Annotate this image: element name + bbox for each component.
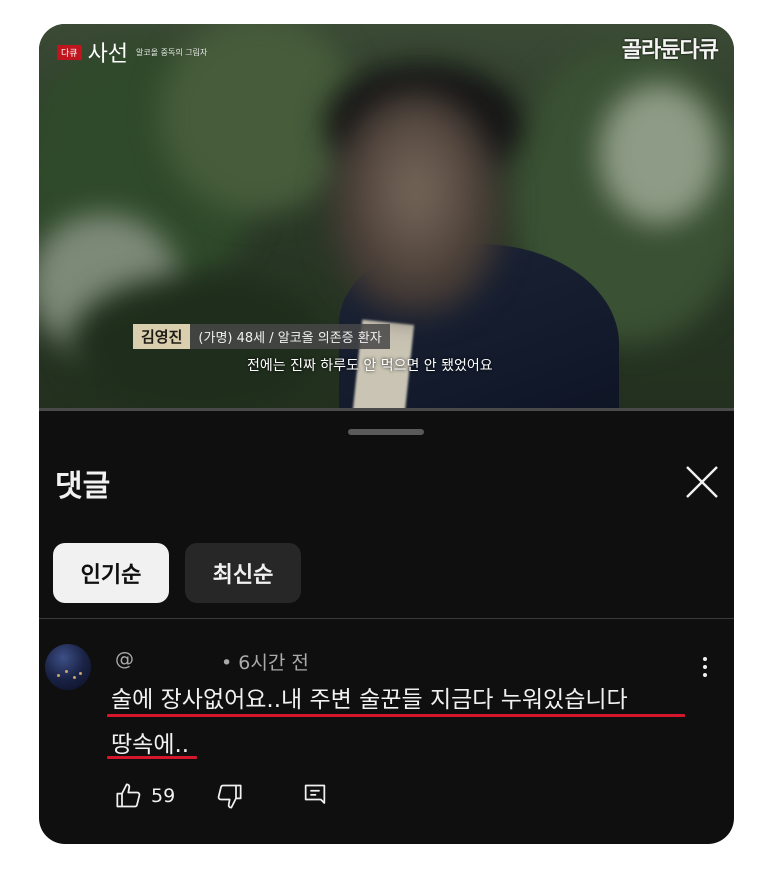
thumbs-down-icon: [217, 784, 242, 809]
like-count: 59: [151, 785, 176, 807]
close-button[interactable]: [684, 464, 720, 500]
brand-logo: 골라듄다큐: [621, 38, 719, 63]
channel-name: 사선: [87, 42, 129, 67]
channel-logo: 다큐 사선 알코올 중독의 그림자: [57, 36, 207, 68]
reply-button[interactable]: [301, 782, 329, 810]
comment-meta: @ • 6시간 전: [115, 648, 309, 675]
close-icon: [686, 466, 718, 498]
divider: [39, 618, 734, 619]
channel-subtitle: 알코올 중독의 그림자: [136, 47, 208, 57]
comment-line-2: 땅속에..: [111, 732, 190, 758]
channel-badge: 다큐: [57, 44, 82, 60]
name-caption-name: 김영진: [133, 324, 191, 349]
comment-username[interactable]: @: [115, 648, 211, 675]
comments-card: 다큐 사선 알코올 중독의 그림자 골라듄다큐 김영진 (가명) 48세 / 알…: [39, 24, 734, 844]
avatar[interactable]: [45, 644, 91, 690]
red-underline: [107, 756, 197, 759]
red-underline: [107, 714, 685, 717]
sky-patch: [599, 84, 719, 224]
comment-actions: 59: [115, 782, 329, 810]
comment-time: • 6시간 전: [221, 652, 309, 674]
comment-text: 술에 장사없어요..내 주변 술꾼들 지금다 누워있습니다 땅속에..: [111, 678, 711, 768]
sort-chip-newest[interactable]: 최신순: [185, 543, 301, 603]
drag-handle[interactable]: [348, 429, 424, 435]
like-button[interactable]: 59: [115, 782, 175, 810]
video-subtitle: 전에는 진짜 하루도 안 먹으면 안 됐었어요: [247, 358, 493, 374]
reply-icon: [304, 784, 326, 804]
more-dot: [703, 665, 707, 669]
sort-chip-popular[interactable]: 인기순: [53, 543, 169, 603]
more-dot: [703, 657, 707, 661]
video-progress-bar[interactable]: [39, 408, 734, 411]
more-dot: [703, 673, 707, 677]
panel-title: 댓글: [55, 469, 111, 504]
thumbs-up-icon: [116, 783, 141, 808]
blurred-face: [331, 92, 501, 312]
name-caption-info: (가명) 48세 / 알코올 의존증 환자: [190, 324, 390, 349]
video-player[interactable]: 다큐 사선 알코올 중독의 그림자 골라듄다큐 김영진 (가명) 48세 / 알…: [39, 24, 734, 411]
dislike-button[interactable]: [215, 782, 243, 810]
name-caption: 김영진 (가명) 48세 / 알코올 의존증 환자: [133, 324, 390, 349]
